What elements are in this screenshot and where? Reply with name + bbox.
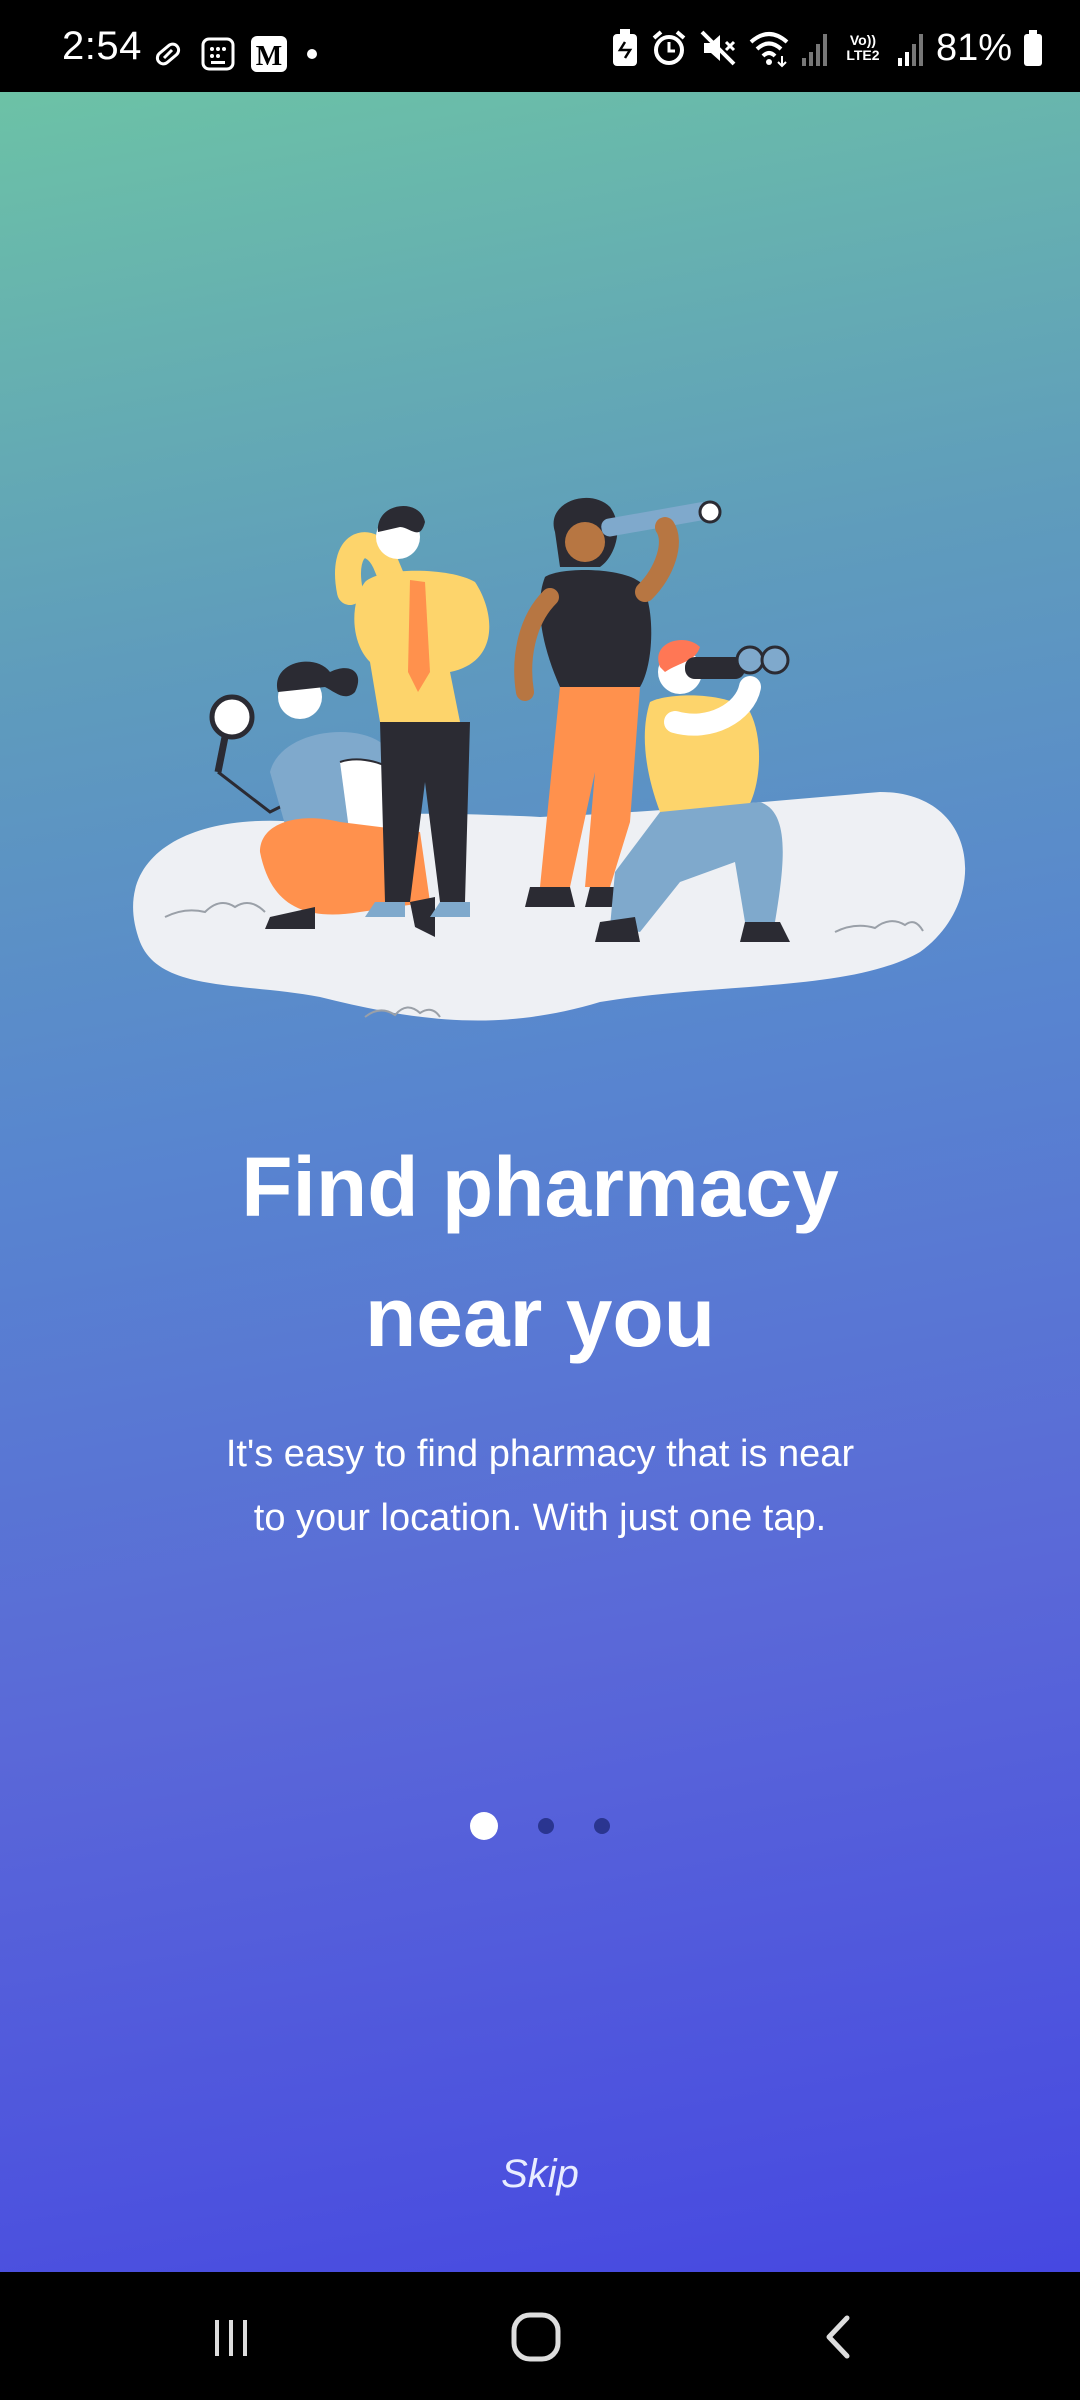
signal-icon-2 (897, 34, 923, 66)
status-time: 2:54 (62, 24, 142, 68)
volte-indicator: Vo)) LTE2 (840, 33, 886, 63)
back-icon (826, 2315, 850, 2359)
onboarding-screen: Find pharmacy near you It's easy to find… (0, 92, 1080, 2272)
mute-icon (700, 30, 736, 66)
page-indicator (0, 1812, 1080, 1840)
alarm-icon (652, 30, 686, 65)
home-icon (511, 2312, 561, 2362)
onboarding-title: Find pharmacy near you (90, 1122, 990, 1382)
page-dot-3[interactable] (594, 1818, 610, 1834)
title-line-1: Find pharmacy (241, 1140, 839, 1234)
onboarding-description: It's easy to find pharmacy that is near … (225, 1433, 855, 1539)
navigation-bar (0, 2272, 1080, 2400)
screen: 2:54 M Vo)) LTE2 81% Find pharmacy near … (0, 0, 1080, 2400)
skip-button[interactable]: Skip (440, 2152, 640, 2197)
people-searching-illustration (133, 497, 966, 1021)
back-button[interactable] (800, 2302, 880, 2372)
page-dot-2[interactable] (538, 1818, 554, 1834)
status-bar: 2:54 M Vo)) LTE2 81% (0, 0, 1080, 92)
recents-button[interactable] (192, 2302, 272, 2372)
system-status-icons: Vo)) LTE2 81% (610, 22, 1044, 74)
wifi-icon (749, 32, 789, 68)
battery-saver-icon (612, 29, 637, 66)
signal-icon (801, 34, 827, 66)
svg-text:M: M (256, 41, 282, 72)
calculator-icon (201, 37, 235, 71)
page-dot-1[interactable] (470, 1812, 498, 1840)
title-line-2: near you (364, 1270, 716, 1364)
notification-icons: M (150, 30, 322, 78)
m-app-icon: M (251, 36, 287, 72)
battery-icon (1024, 30, 1042, 66)
battery-percentage: 81% (935, 26, 1012, 69)
home-button[interactable] (496, 2302, 576, 2372)
recents-icon (215, 2320, 247, 2356)
volte-line2: LTE2 (846, 47, 880, 63)
pill-icon (155, 42, 181, 66)
volte-line1: Vo)) (849, 32, 877, 48)
dot-icon (307, 49, 317, 59)
